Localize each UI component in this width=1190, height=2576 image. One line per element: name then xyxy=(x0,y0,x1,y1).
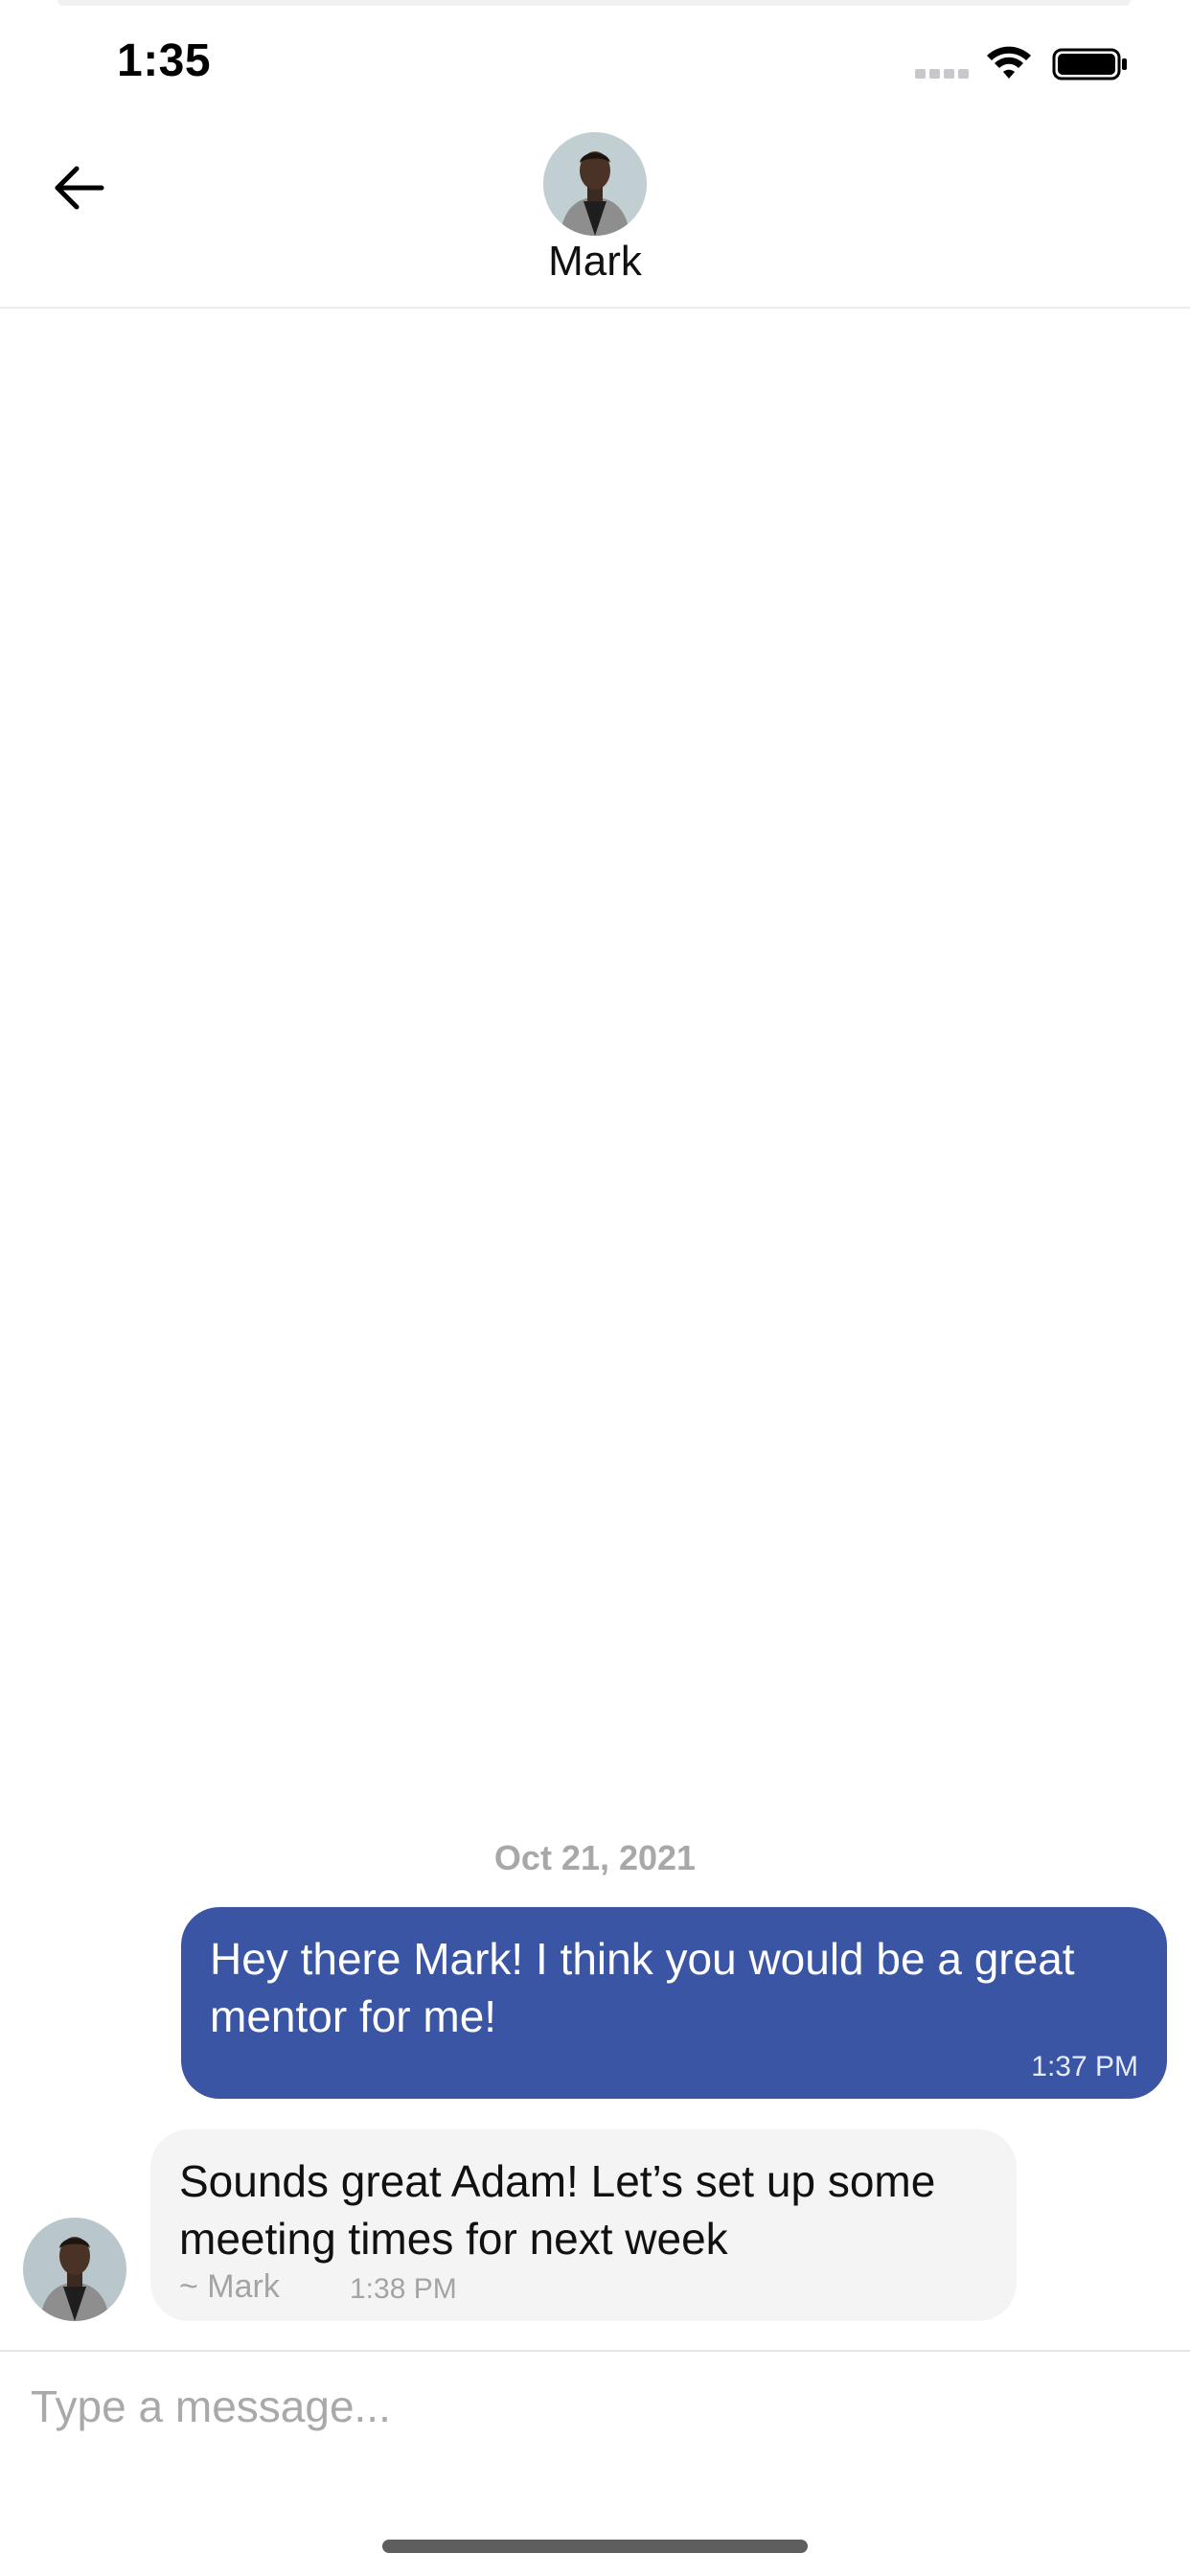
chat-screen: 1:35 Mark Oct 21, 2021 Hey there Mark! I… xyxy=(0,0,1190,2576)
message-text: Hey there Mark! I think you would be a g… xyxy=(210,1934,1075,2041)
status-bar: 1:35 xyxy=(0,0,1190,125)
date-divider: Oct 21, 2021 xyxy=(493,1838,697,1877)
incoming-message[interactable]: Sounds great Adam! Let’s set up some mee… xyxy=(150,2129,1017,2321)
arrow-left-icon[interactable] xyxy=(50,159,107,217)
home-indicator xyxy=(382,2540,808,2553)
outgoing-message[interactable]: Hey there Mark! I think you would be a g… xyxy=(181,1907,1167,2099)
avatar[interactable] xyxy=(543,132,647,236)
message-input[interactable] xyxy=(23,2373,1179,2440)
message-text: Sounds great Adam! Let’s set up some mee… xyxy=(179,2156,936,2264)
message-time: 1:38 PM xyxy=(350,2273,457,2305)
status-time: 1:35 xyxy=(117,35,212,86)
chat-header: Mark xyxy=(0,125,1190,309)
battery-icon xyxy=(1052,48,1127,80)
wifi-icon xyxy=(987,46,1031,79)
cellular-signal-icon xyxy=(915,69,969,79)
message-time: 1:37 PM xyxy=(1031,2051,1138,2082)
sender-avatar[interactable] xyxy=(23,2218,126,2321)
contact-name: Mark xyxy=(548,238,642,285)
message-author: ~ Mark xyxy=(179,2268,280,2305)
